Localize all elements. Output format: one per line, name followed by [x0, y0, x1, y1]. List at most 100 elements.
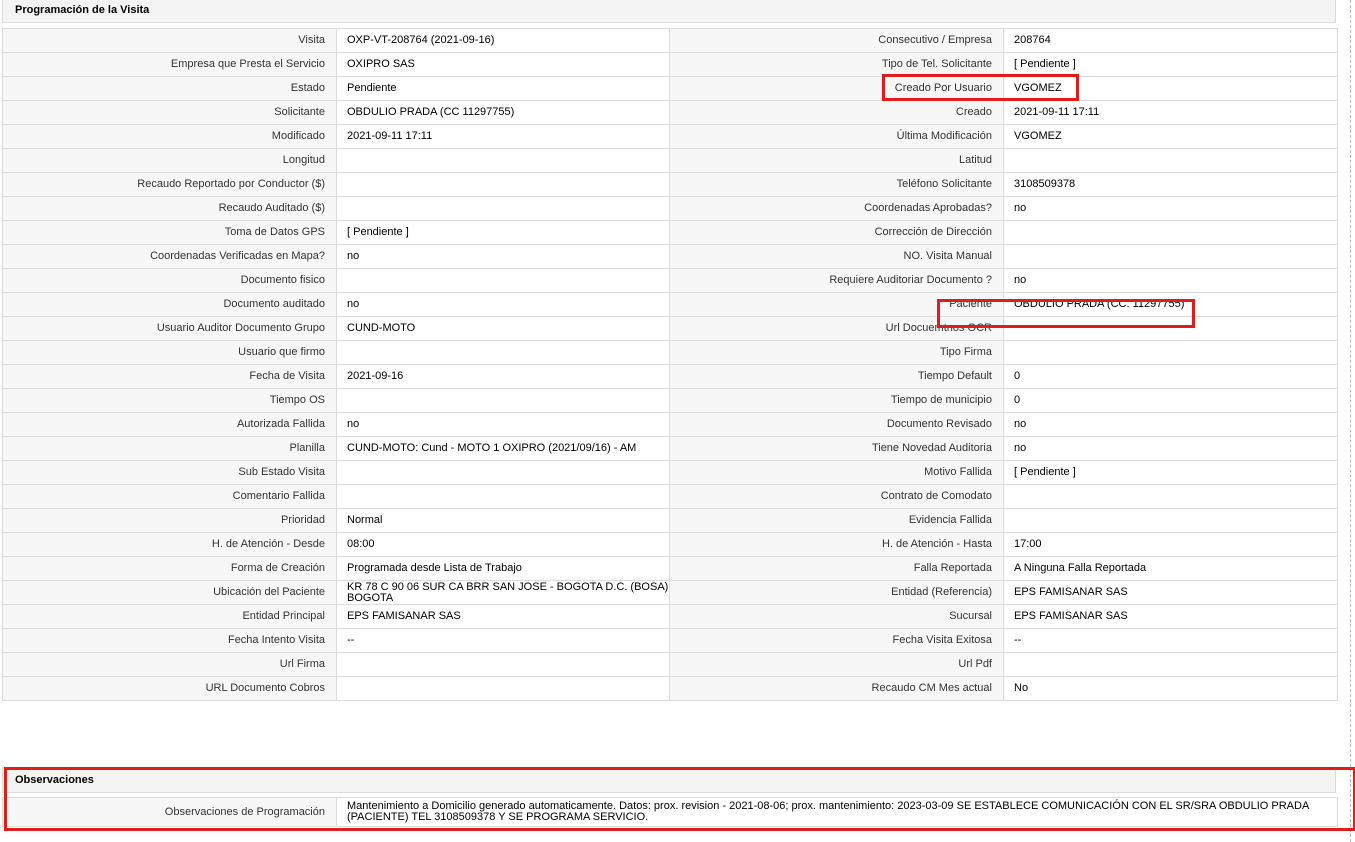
- field-value: Pendiente: [336, 76, 670, 101]
- detail-row: Fecha Intento Visita -- Fecha Visita Exit…: [2, 628, 1338, 653]
- field-value: [336, 484, 670, 509]
- field-label: Creado Por Usuario: [669, 76, 1004, 101]
- detail-row: Usuario Auditor Documento Grupo CUND-MOTO…: [2, 316, 1338, 341]
- field-value: VGOMEZ: [1003, 124, 1338, 149]
- field-label: Recaudo Reportado por Conductor ($): [2, 172, 337, 197]
- observaciones-table: Observaciones de Programación Mantenimie…: [2, 797, 1338, 827]
- field-label: Modificado: [2, 124, 337, 149]
- field-label: Motivo Fallida: [669, 460, 1004, 485]
- field-label: Longitud: [2, 148, 337, 173]
- detail-row: Tiempo OS Tiempo de municipio 0: [2, 388, 1338, 413]
- field-value: [336, 388, 670, 413]
- field-label: Coordenadas Aprobadas?: [669, 196, 1004, 221]
- field-label: Latitud: [669, 148, 1004, 173]
- field-label: Última Modificación: [669, 124, 1004, 149]
- field-label: Fecha de Visita: [2, 364, 337, 389]
- observaciones-label: Observaciones de Programación: [2, 797, 337, 827]
- field-value: A Ninguna Falla Reportada: [1003, 556, 1338, 581]
- detail-row: Autorizada Fallida no Documento Revisado …: [2, 412, 1338, 437]
- field-value: [336, 340, 670, 365]
- field-value: [ Pendiente ]: [336, 220, 670, 245]
- field-label: Autorizada Fallida: [2, 412, 337, 437]
- field-label: Entidad Principal: [2, 604, 337, 629]
- detail-row: Recaudo Reportado por Conductor ($) Teléf…: [2, 172, 1338, 197]
- field-value: OXIPRO SAS: [336, 52, 670, 77]
- field-value: OXP-VT-208764 (2021-09-16): [336, 28, 670, 53]
- field-value: [1003, 244, 1338, 269]
- field-value: 0: [1003, 388, 1338, 413]
- field-label: Solicitante: [2, 100, 337, 125]
- field-label: Creado: [669, 100, 1004, 125]
- field-value: [336, 148, 670, 173]
- field-label: Tiempo de municipio: [669, 388, 1004, 413]
- field-value: CUND-MOTO: Cund - MOTO 1 OXIPRO (2021/09…: [336, 436, 670, 461]
- detail-row: Estado Pendiente Creado Por Usuario VGOMEZ: [2, 76, 1338, 101]
- field-label: Url Pdf: [669, 652, 1004, 677]
- field-value: no: [1003, 196, 1338, 221]
- field-label: Documento auditado: [2, 292, 337, 317]
- field-value: 3108509378: [1003, 172, 1338, 197]
- field-label: Teléfono Solicitante: [669, 172, 1004, 197]
- field-value: 0: [1003, 364, 1338, 389]
- field-value: [1003, 316, 1338, 341]
- field-value: no: [336, 412, 670, 437]
- detail-row: Coordenadas Verificadas en Mapa? no NO. V…: [2, 244, 1338, 269]
- field-label: Recaudo Auditado ($): [2, 196, 337, 221]
- field-label: Falla Reportada: [669, 556, 1004, 581]
- detail-row: Longitud Latitud: [2, 148, 1338, 173]
- detail-row: Entidad Principal EPS FAMISANAR SAS Sucurs…: [2, 604, 1338, 629]
- field-value: [1003, 148, 1338, 173]
- field-label: URL Documento Cobros: [2, 676, 337, 701]
- field-value: [336, 460, 670, 485]
- field-label: Tipo Firma: [669, 340, 1004, 365]
- field-label: Tiempo OS: [2, 388, 337, 413]
- detail-row: Comentario Fallida Contrato de Comodato: [2, 484, 1338, 509]
- field-value: [336, 676, 670, 701]
- dashed-divider: [1350, 0, 1351, 842]
- field-value: EPS FAMISANAR SAS: [1003, 580, 1338, 605]
- field-value: [1003, 340, 1338, 365]
- field-label: Url Firma: [2, 652, 337, 677]
- field-label: Toma de Datos GPS: [2, 220, 337, 245]
- detail-row: Ubicación del Paciente KR 78 C 90 06 SUR …: [2, 580, 1338, 605]
- observaciones-title: Observaciones: [2, 767, 1336, 793]
- field-label: H. de Atención - Hasta: [669, 532, 1004, 557]
- field-label: Requiere Auditoriar Documento ?: [669, 268, 1004, 293]
- field-value: VGOMEZ: [1003, 76, 1338, 101]
- detail-row: Visita OXP-VT-208764 (2021-09-16) Consecut…: [2, 28, 1338, 53]
- detail-row: Toma de Datos GPS[ Pendiente ] Corrección…: [2, 220, 1338, 245]
- field-label: Prioridad: [2, 508, 337, 533]
- field-label: Paciente: [669, 292, 1004, 317]
- field-label: Empresa que Presta el Servicio: [2, 52, 337, 77]
- field-label: Estado: [2, 76, 337, 101]
- field-label: Fecha Intento Visita: [2, 628, 337, 653]
- field-value: No: [1003, 676, 1338, 701]
- field-label: Url Docuemtnos OCR: [669, 316, 1004, 341]
- field-label: Fecha Visita Exitosa: [669, 628, 1004, 653]
- detail-row: Recaudo Auditado ($) Coordenadas Aprobada…: [2, 196, 1338, 221]
- detail-row: URL Documento Cobros Recaudo CM Mes actua…: [2, 676, 1338, 701]
- field-label: Corrección de Dirección: [669, 220, 1004, 245]
- field-value: OBDULIO PRADA (CC 11297755): [336, 100, 670, 125]
- field-value: 17:00: [1003, 532, 1338, 557]
- field-value: 208764: [1003, 28, 1338, 53]
- detail-row: Usuario que firmo Tipo Firma: [2, 340, 1338, 365]
- observaciones-row: Observaciones de Programación Mantenimie…: [2, 797, 1338, 827]
- field-value: no: [1003, 412, 1338, 437]
- field-value: no: [1003, 268, 1338, 293]
- field-label: Visita: [2, 28, 337, 53]
- field-label: Documento Revisado: [669, 412, 1004, 437]
- field-value: [336, 652, 670, 677]
- section-title: Programación de la Visita: [2, 0, 1336, 23]
- field-value: KR 78 C 90 06 SUR CA BRR SAN JOSE - BOGO…: [336, 580, 670, 605]
- detail-row: Documento fisico Requiere Auditoriar Docu…: [2, 268, 1338, 293]
- detail-row: Forma de Creación Programada desde Lista …: [2, 556, 1338, 581]
- field-value: [1003, 508, 1338, 533]
- field-value: --: [1003, 628, 1338, 653]
- field-value: 2021-09-11 17:11: [336, 124, 670, 149]
- field-value: 2021-09-11 17:11: [1003, 100, 1338, 125]
- detail-row: Modificado 2021-09-11 17:11 Última Modific…: [2, 124, 1338, 149]
- field-label: H. de Atención - Desde: [2, 532, 337, 557]
- field-value: [1003, 484, 1338, 509]
- field-label: Tipo de Tel. Solicitante: [669, 52, 1004, 77]
